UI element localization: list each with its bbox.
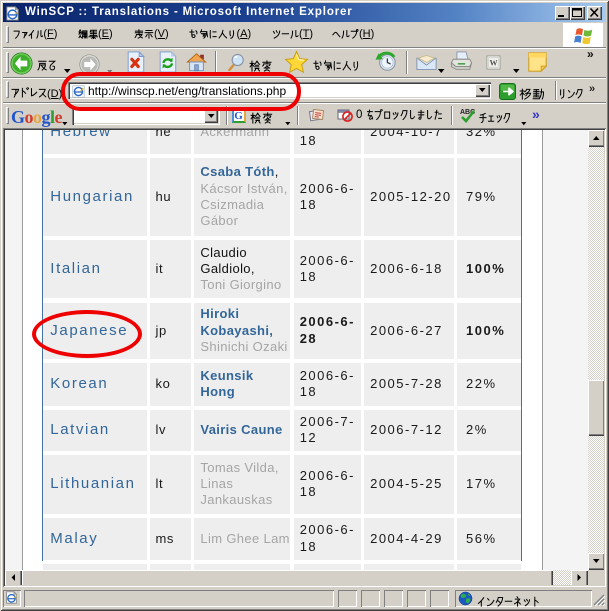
svg-text:W: W [489, 58, 497, 67]
